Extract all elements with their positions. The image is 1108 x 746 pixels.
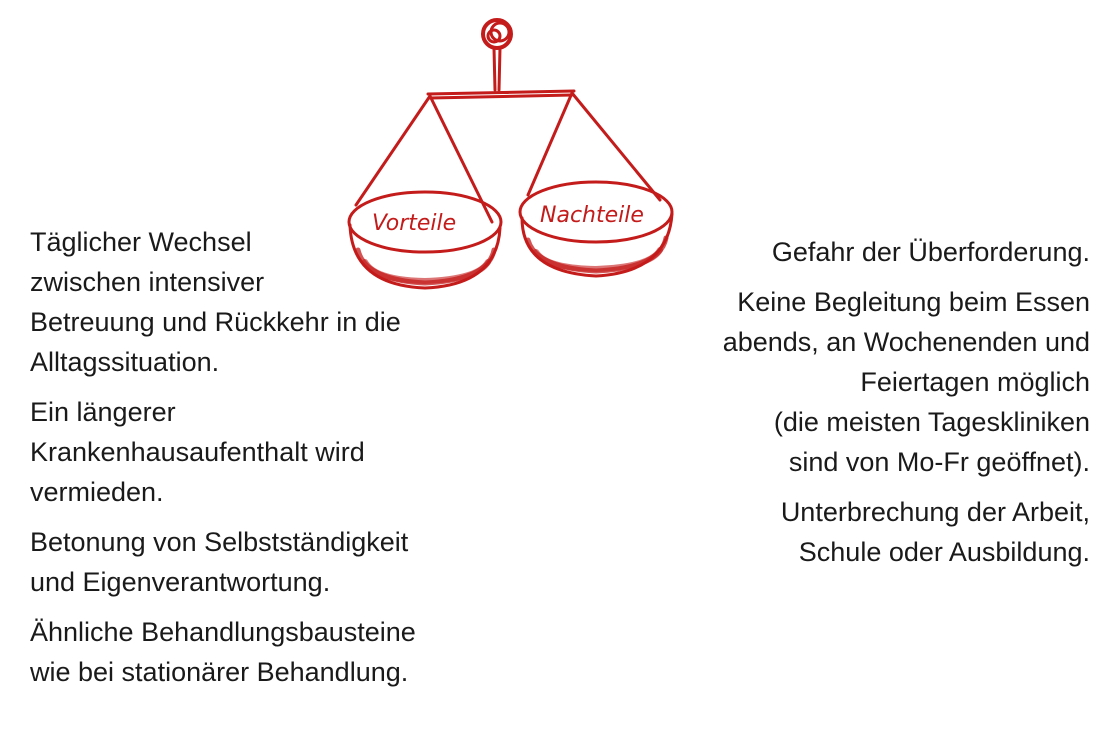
disadvantage-line: sind von Mo-Fr geöffnet). (788, 447, 1090, 477)
disadvantage-line: Keine Begleitung beim Essen (737, 287, 1090, 317)
disadvantage-line: Unterbrechung der Arbeit, (780, 497, 1090, 527)
advantage-line: Ähnliche Behandlungsbausteine (30, 617, 416, 647)
disadvantage-item: Gefahr der Überforderung. (630, 232, 1090, 272)
disadvantages-column: Gefahr der Überforderung. Keine Begleitu… (630, 232, 1090, 572)
advantage-line: Ein längerer (30, 397, 176, 427)
right-pan-strings (526, 91, 662, 202)
left-pan-strings (354, 94, 494, 224)
right-pan-label: Nachteile (540, 203, 644, 228)
disadvantage-line: Feiertagen möglich (860, 367, 1090, 397)
advantage-line: zwischen intensiver (30, 267, 265, 297)
advantage-item: Ähnliche Behandlungsbausteine wie bei st… (30, 612, 510, 692)
advantage-line: und Eigenverantwortung. (30, 567, 331, 597)
advantage-line: wie bei stationärer Behandlung. (30, 657, 409, 687)
advantage-line: Betonung von Selbstständigkeit (30, 527, 409, 557)
scale-knob (481, 18, 513, 50)
advantage-item: Täglicher Wechsel zwischen intensiver Be… (30, 222, 510, 382)
advantage-line: Alltagssituation. (30, 347, 220, 377)
disadvantage-line: Gefahr der Überforderung. (771, 237, 1090, 267)
scale-beam (426, 89, 576, 100)
disadvantage-item: Unterbrechung der Arbeit, Schule oder Au… (630, 492, 1090, 572)
scale-post (492, 46, 502, 92)
advantage-item: Betonung von Selbstständigkeit und Eigen… (30, 522, 510, 602)
advantages-column: Täglicher Wechsel zwischen intensiver Be… (30, 222, 510, 692)
disadvantage-line: abends, an Wochenenden und (722, 327, 1090, 357)
advantage-line: Täglicher Wechsel (30, 227, 252, 257)
advantage-line: Betreuung und Rückkehr in die (30, 307, 401, 337)
disadvantage-line: (die meisten Tageskliniken (773, 407, 1090, 437)
disadvantage-line: Schule oder Ausbildung. (798, 537, 1090, 567)
advantage-line: Krankenhausaufenthalt wird (30, 437, 365, 467)
advantage-item: Ein längerer Krankenhausaufenthalt wird … (30, 392, 510, 512)
advantage-line: vermieden. (30, 477, 164, 507)
disadvantage-item: Keine Begleitung beim Essen abends, an W… (630, 282, 1090, 482)
